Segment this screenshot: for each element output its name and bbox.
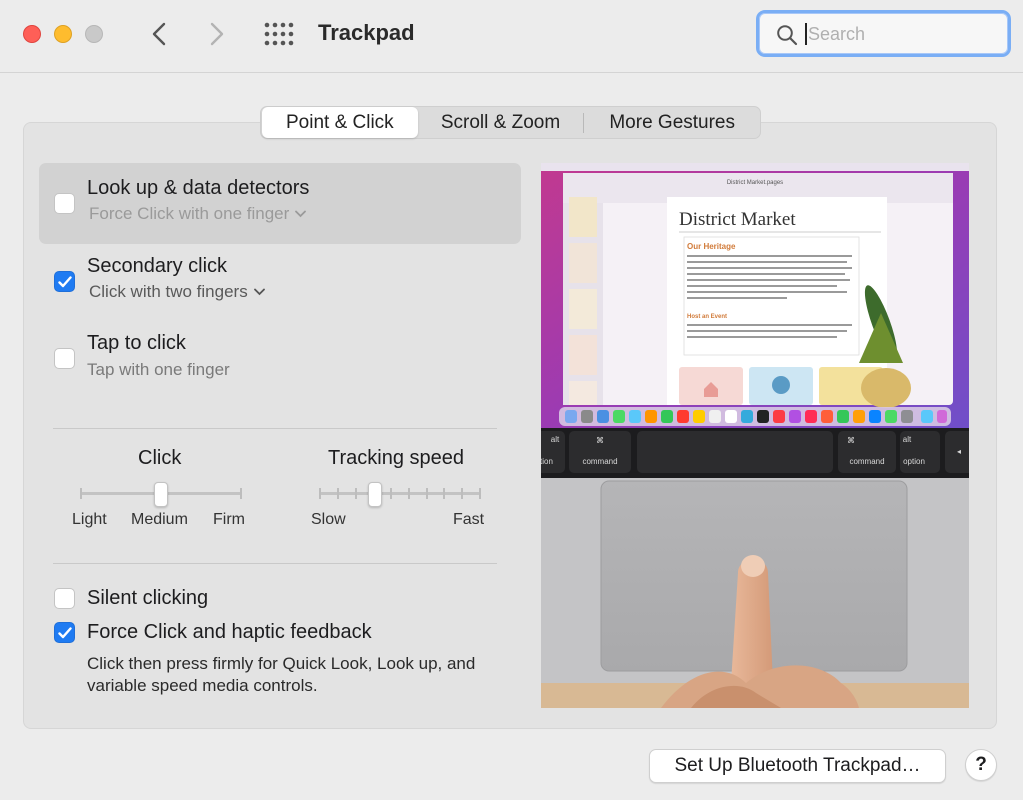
slider-tick xyxy=(390,488,392,499)
tap-to-click-checkbox[interactable] xyxy=(54,348,75,369)
forward-chevron-icon xyxy=(210,22,224,46)
secondary-click-popup[interactable]: Click with two fingers xyxy=(89,282,265,302)
grid-icon xyxy=(264,22,294,46)
slider-tick xyxy=(479,488,481,499)
slider-tick xyxy=(408,488,410,499)
tracking-label-fast: Fast xyxy=(453,511,485,528)
force-click-label: Force Click and haptic feedback xyxy=(87,621,372,643)
lookup-gesture-popup[interactable]: Force Click with one finger xyxy=(89,204,307,224)
slider-tick xyxy=(337,488,339,499)
click-slider-knob[interactable] xyxy=(154,482,168,507)
slider-tick xyxy=(443,488,445,499)
lookup-label: Look up & data detectors xyxy=(87,177,310,199)
tab-scroll-zoom[interactable]: Scroll & Zoom xyxy=(418,107,584,138)
slider-tick xyxy=(426,488,428,499)
preview-subheading: Host an Event xyxy=(687,314,727,320)
svg-text:◂: ◂ xyxy=(957,447,961,456)
tab-point-click[interactable]: Point & Click xyxy=(262,107,418,138)
help-button[interactable]: ? xyxy=(965,749,997,781)
slider-tick xyxy=(461,488,463,499)
click-label-medium: Medium xyxy=(131,511,188,528)
svg-text:⌘: ⌘ xyxy=(847,436,855,445)
secondary-click-label: Secondary click xyxy=(87,255,228,277)
slider-tick xyxy=(240,488,242,499)
checkmark-icon xyxy=(57,275,72,287)
tab-more-gestures[interactable]: More Gestures xyxy=(584,107,760,138)
chevron-down-icon xyxy=(253,288,265,296)
window-title: Trackpad xyxy=(318,20,415,45)
tap-to-click-sub-label: Tap with one finger xyxy=(87,360,230,379)
slider-tick xyxy=(80,488,82,499)
search-field[interactable] xyxy=(756,10,1011,57)
tracking-slider-title: Tracking speed xyxy=(328,447,464,469)
key-option-left: option xyxy=(541,457,553,466)
tap-to-click-label: Tap to click xyxy=(87,332,186,354)
zoom-button[interactable] xyxy=(85,25,103,43)
forward-button[interactable] xyxy=(202,17,232,51)
checkmark-icon xyxy=(57,626,72,638)
silent-clicking-label: Silent clicking xyxy=(87,587,209,609)
search-icon xyxy=(777,25,798,46)
chevron-down-icon xyxy=(295,210,307,218)
secondary-click-checkbox[interactable] xyxy=(54,271,75,292)
key-option-right: option xyxy=(903,457,925,466)
minimize-button[interactable] xyxy=(54,25,72,43)
preview-doc-title: District Market xyxy=(679,209,796,230)
key-command-right: command xyxy=(849,457,884,466)
text-caret xyxy=(805,23,807,45)
key-command-left: command xyxy=(582,457,617,466)
gesture-preview-image: District Market.pages District Market Ou… xyxy=(541,163,969,708)
click-label-firm: Firm xyxy=(213,511,245,528)
title-bar: Trackpad xyxy=(0,0,1023,73)
secondary-click-sub-label: Click with two fingers xyxy=(89,282,248,301)
preview-window-title: District Market.pages xyxy=(727,180,783,186)
back-chevron-icon xyxy=(152,22,166,46)
tab-bar: Point & Click Scroll & Zoom More Gesture… xyxy=(260,106,761,139)
click-slider-title: Click xyxy=(138,447,182,469)
divider xyxy=(53,563,497,564)
silent-clicking-checkbox[interactable] xyxy=(54,588,75,609)
lookup-checkbox[interactable] xyxy=(54,193,75,214)
close-button[interactable] xyxy=(23,25,41,43)
divider xyxy=(53,428,497,429)
preview-heading: Our Heritage xyxy=(687,242,736,251)
tracking-slider-knob[interactable] xyxy=(368,482,382,507)
back-button[interactable] xyxy=(144,17,174,51)
preview-illustration: District Market.pages District Market Ou… xyxy=(541,163,969,708)
tracking-label-slow: Slow xyxy=(311,511,346,528)
search-input[interactable] xyxy=(808,21,998,47)
key-alt-left: alt xyxy=(551,435,560,444)
show-all-button[interactable] xyxy=(263,21,295,47)
key-alt-right: alt xyxy=(903,435,912,444)
click-label-light: Light xyxy=(72,511,107,528)
slider-tick xyxy=(319,488,321,499)
lookup-sub-label: Force Click with one finger xyxy=(89,204,290,223)
slider-tick xyxy=(355,488,357,499)
tracking-slider-track xyxy=(320,492,480,495)
setup-bluetooth-trackpad-button[interactable]: Set Up Bluetooth Trackpad… xyxy=(649,749,946,783)
svg-text:⌘: ⌘ xyxy=(596,436,604,445)
force-click-checkbox[interactable] xyxy=(54,622,75,643)
force-click-description: Click then press firmly for Quick Look, … xyxy=(87,654,476,695)
